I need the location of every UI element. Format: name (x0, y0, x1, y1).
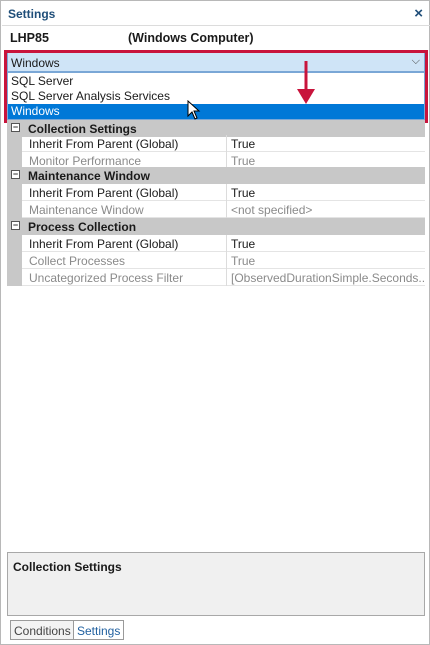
target-type-dropdown-list: SQL Server SQL Server Analysis Services … (7, 72, 425, 120)
panel-title: Settings (8, 7, 56, 21)
property-name: Inherit From Parent (Global) (29, 237, 179, 251)
row-gutter (7, 252, 22, 269)
row-gutter (7, 235, 22, 252)
category-label: Process Collection (28, 220, 137, 234)
category-maintenance-window[interactable]: − Maintenance Window (7, 167, 425, 184)
option-windows[interactable]: Windows (8, 104, 424, 119)
property-name: Maintenance Window (29, 203, 144, 217)
property-row[interactable]: Inherit From Parent (Global) True (7, 135, 425, 152)
property-name: Inherit From Parent (Global) (29, 186, 179, 200)
close-icon[interactable]: × (414, 5, 423, 22)
category-process-collection[interactable]: − Process Collection (7, 218, 425, 235)
chevron-down-icon[interactable]: ⌵ (412, 55, 420, 68)
row-gutter (7, 269, 22, 286)
tab-conditions[interactable]: Conditions (10, 620, 75, 640)
computer-type: (Windows Computer) (128, 31, 254, 45)
collapse-icon[interactable]: − (11, 170, 20, 179)
property-value[interactable]: <not specified> (226, 201, 425, 218)
computer-name: LHP85 (10, 31, 49, 45)
row-gutter (7, 201, 22, 218)
category-label: Collection Settings (28, 122, 137, 136)
computer-header: LHP85 (Windows Computer) (10, 31, 420, 47)
settings-panel: Settings × LHP85 (Windows Computer) Wind… (0, 0, 430, 645)
property-row[interactable]: Inherit From Parent (Global) True (7, 235, 425, 252)
property-value[interactable]: True (226, 252, 425, 269)
property-row[interactable]: Maintenance Window <not specified> (7, 201, 425, 218)
property-value[interactable]: True (226, 184, 425, 201)
bottom-tab-strip: Conditions Settings (7, 618, 425, 642)
property-value[interactable]: True (226, 235, 425, 252)
category-label: Maintenance Window (28, 169, 150, 183)
property-name: Collect Processes (29, 254, 126, 268)
description-panel: Collection Settings (7, 552, 425, 616)
property-row[interactable]: Uncategorized Process Filter [ObservedDu… (7, 269, 425, 286)
description-title: Collection Settings (13, 560, 122, 574)
property-name: Uncategorized Process Filter (29, 271, 184, 285)
target-type-value: Windows (11, 56, 60, 70)
option-sql-server[interactable]: SQL Server (8, 74, 424, 89)
target-type-select[interactable]: Windows ⌵ (7, 52, 425, 72)
property-row[interactable]: Inherit From Parent (Global) True (7, 184, 425, 201)
collapse-icon[interactable]: − (11, 221, 20, 230)
tab-settings[interactable]: Settings (73, 620, 125, 640)
property-value[interactable]: True (226, 135, 425, 152)
collapse-icon[interactable]: − (11, 123, 20, 132)
property-row[interactable]: Collect Processes True (7, 252, 425, 269)
option-sql-server-analysis-services[interactable]: SQL Server Analysis Services (8, 89, 424, 104)
row-gutter (7, 135, 22, 152)
property-name: Inherit From Parent (Global) (29, 137, 179, 151)
property-name: Monitor Performance (29, 154, 142, 168)
panel-titlebar: Settings × (2, 2, 430, 26)
property-value[interactable]: [ObservedDurationSimple.Seconds... (226, 269, 425, 286)
row-gutter (7, 184, 22, 201)
property-grid: − Collection Settings Inherit From Paren… (7, 120, 425, 286)
